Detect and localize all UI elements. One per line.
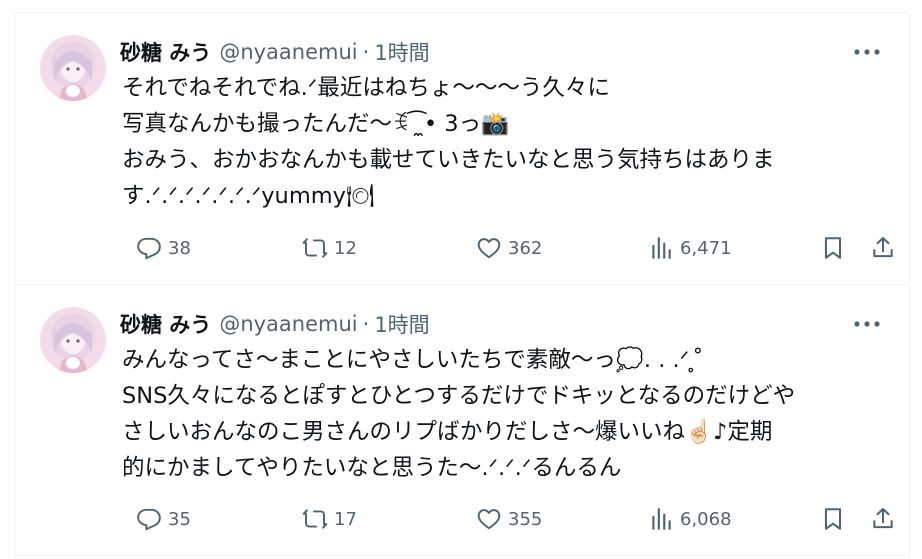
reply-button[interactable]: 35 (136, 503, 191, 535)
display-name[interactable]: 砂糖 みう (120, 37, 211, 67)
tweet-actions: 38 12 362 6,471 (120, 232, 893, 264)
views-chart-icon (652, 237, 671, 259)
more-dots-icon (854, 49, 880, 55)
heart-icon (477, 238, 501, 259)
share-button[interactable] (870, 232, 896, 264)
repost-button[interactable]: 12 (302, 232, 357, 264)
like-count: 362 (508, 237, 543, 259)
tweet-text-line: す.ᐟ.ᐟ.ᐟ.ᐟ.ᐟ.ᐟ.ᐟyummy🍽 (122, 183, 375, 209)
views-count: 6,068 (680, 508, 732, 530)
share-icon (873, 237, 893, 258)
tweet-text-line: 的にかましてやりたいなと思うた〜.ᐟ.ᐟ.ᐟるんるん (122, 455, 622, 481)
reply-button[interactable]: 38 (136, 232, 191, 264)
repost-icon (302, 238, 328, 258)
separator: · (362, 40, 370, 64)
timestamp[interactable]: 1時間 (374, 309, 429, 339)
views-button[interactable]: 6,068 (648, 503, 732, 535)
repost-count: 12 (334, 237, 357, 259)
tweet-text-line: おみう、おかおなんかも載せていきたいなと思う気持ちはありま (122, 147, 775, 173)
tweet-header: 砂糖 みう @nyaanemui · 1時間 (120, 307, 430, 341)
handle[interactable]: @nyaanemui (219, 312, 357, 336)
more-button[interactable] (852, 311, 882, 337)
handle[interactable]: @nyaanemui (219, 40, 357, 64)
avatar-image (40, 307, 106, 373)
tweet[interactable]: 砂糖 みう @nyaanemui · 1時間 みんなってさ〜まことにやさしいたち… (14, 284, 908, 556)
tweet-text-line: 写真なんかも撮ったんだ〜ꉂ ͡ ̼• 3っ📸 (122, 111, 510, 137)
avatar[interactable] (40, 35, 106, 101)
repost-icon (302, 509, 328, 529)
reply-count: 35 (168, 508, 191, 530)
views-chart-icon (652, 508, 671, 530)
reply-icon (137, 508, 161, 531)
reply-count: 38 (168, 237, 191, 259)
views-button[interactable]: 6,471 (648, 232, 732, 264)
bookmark-icon (824, 508, 842, 530)
like-button[interactable]: 362 (476, 232, 542, 264)
repost-count: 17 (334, 508, 357, 530)
tweet-text: それでねそれでね.ᐟ最近はねちょ〜〜〜う久々に 写真なんかも撮ったんだ〜ꉂ ͡ … (122, 70, 882, 214)
more-button[interactable] (852, 39, 882, 65)
tweet-text-line: みんなってさ〜まことにやさしいたちで素敵〜っ💭. . .ᐟ ̥ ̊ (122, 347, 704, 373)
share-button[interactable] (870, 503, 896, 535)
tweet-header: 砂糖 みう @nyaanemui · 1時間 (120, 35, 430, 69)
bookmark-button[interactable] (820, 232, 846, 264)
tweet-actions: 35 17 355 6,068 (120, 503, 893, 535)
repost-button[interactable]: 17 (302, 503, 357, 535)
heart-icon (477, 509, 501, 530)
bookmark-icon (824, 237, 842, 259)
like-count: 355 (508, 508, 543, 530)
tweet-text-line: SNS久々になるとぽすとひとつするだけでドキッとなるのだけどや (122, 383, 796, 409)
tweet[interactable]: 砂糖 みう @nyaanemui · 1時間 それでねそれでね.ᐟ最近はねちょ〜… (14, 12, 908, 285)
avatar-image (40, 35, 106, 101)
share-icon (873, 508, 893, 529)
bookmark-button[interactable] (820, 503, 846, 535)
tweet-text-line: さしいおんなのこ男さんのリプばかりだしさ〜爆いいね☝🏻♪定期 (122, 419, 773, 445)
views-count: 6,471 (680, 237, 732, 259)
like-button[interactable]: 355 (476, 503, 542, 535)
display-name[interactable]: 砂糖 みう (120, 309, 211, 339)
timestamp[interactable]: 1時間 (374, 37, 429, 67)
tweet-text: みんなってさ〜まことにやさしいたちで素敵〜っ💭. . .ᐟ ̥ ̊ SNS久々に… (122, 342, 882, 486)
reply-icon (137, 237, 161, 260)
tweet-text-line: それでねそれでね.ᐟ最近はねちょ〜〜〜う久々に (122, 75, 610, 101)
avatar[interactable] (40, 307, 106, 373)
separator: · (362, 312, 370, 336)
more-dots-icon (854, 321, 880, 327)
